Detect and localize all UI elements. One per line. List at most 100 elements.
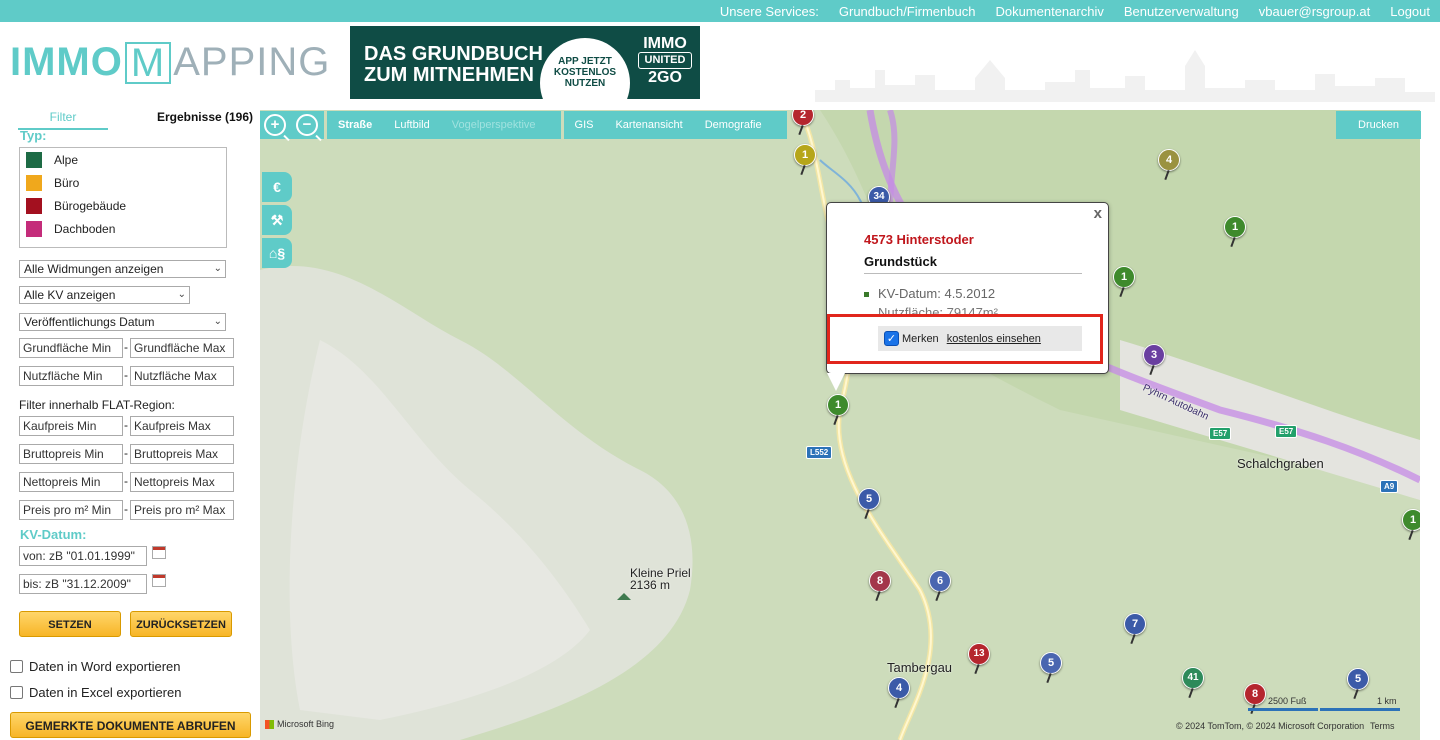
kaufpreis-min-input[interactable]: Kaufpreis Min (19, 416, 123, 436)
map-pin[interactable]: 41 (1182, 667, 1204, 689)
road-badge-e57: E57 (1209, 427, 1232, 440)
zoom-out-icon[interactable]: − (296, 114, 318, 136)
map-pin[interactable]: 8 (869, 570, 891, 592)
grundflaeche-min-input[interactable]: Grundfläche Min (19, 338, 123, 358)
map-pin[interactable]: 4 (888, 677, 910, 699)
banner-circle-3: NUTZEN (564, 78, 606, 89)
calendar-icon[interactable] (152, 574, 166, 587)
tab-gis[interactable]: GIS (564, 119, 605, 131)
export-excel-row[interactable]: Daten in Excel exportieren (10, 685, 181, 700)
price-coins-icon[interactable]: € (262, 172, 292, 202)
map-pin[interactable]: 5 (1040, 652, 1062, 674)
export-excel-checkbox[interactable] (10, 686, 23, 699)
setzen-button[interactable]: SETZEN (19, 611, 121, 637)
range-dash: - (124, 418, 128, 432)
preis-qm-max-input[interactable]: Preis pro m² Max (130, 500, 234, 520)
widmungen-select[interactable]: Alle Widmungen anzeigen ⌄ (19, 260, 226, 278)
type-label: Bürogebäude (54, 198, 127, 213)
map-pin[interactable]: 3 (1143, 344, 1165, 366)
map-terms-link[interactable]: Terms (1370, 721, 1395, 731)
bruttopreis-max-input[interactable]: Bruttopreis Max (130, 444, 234, 464)
label-schalchgraben: Schalchgraben (1237, 456, 1324, 471)
skyline-graphic (815, 50, 1435, 102)
nettopreis-max-input[interactable]: Nettopreis Max (130, 472, 234, 492)
export-word-label: Daten in Word exportieren (29, 659, 181, 674)
nutzflaeche-min-input[interactable]: Nutzfläche Min (19, 366, 123, 386)
map-pin[interactable]: 1 (827, 394, 849, 416)
type-item-buerogebaeude[interactable]: Bürogebäude (20, 194, 226, 217)
gemerkte-dokumente-button[interactable]: GEMERKTE DOKUMENTE ABRUFEN (10, 712, 251, 738)
map-pin[interactable]: 1 (1224, 216, 1246, 238)
range-dash: - (124, 502, 128, 516)
popup-title: 4573 Hinterstoder (864, 232, 974, 247)
map-pin[interactable]: 1 (794, 144, 816, 166)
top-services-bar: Unsere Services: Grundbuch/Firmenbuch Do… (0, 0, 1440, 22)
type-label: Alpe (54, 152, 79, 167)
kv-von-input[interactable]: von: zB "01.01.1999" (19, 546, 147, 566)
calendar-icon[interactable] (152, 546, 166, 559)
logo-part1: IMMO (10, 40, 123, 84)
type-title: Typ: (20, 128, 47, 143)
map-pin[interactable]: 7 (1124, 613, 1146, 635)
bruttopreis-min-input[interactable]: Bruttopreis Min (19, 444, 123, 464)
link-grundbuch[interactable]: Grundbuch/Firmenbuch (839, 4, 976, 19)
map-pin[interactable]: 8 (1244, 683, 1266, 705)
kaufpreis-max-input[interactable]: Kaufpreis Max (130, 416, 234, 436)
kv-bis-input[interactable]: bis: zB "31.12.2009" (19, 574, 147, 594)
type-list[interactable]: Alpe Büro Bürogebäude Dachboden (19, 147, 227, 248)
drucken-button[interactable]: Drucken (1336, 111, 1421, 139)
map-pin[interactable]: 6 (929, 570, 951, 592)
scale-bar-ft (1248, 708, 1318, 711)
close-icon[interactable]: x (1094, 205, 1102, 222)
type-item-buero[interactable]: Büro (20, 171, 226, 194)
link-benutzerverwaltung[interactable]: Benutzerverwaltung (1124, 4, 1239, 19)
ad-banner[interactable]: DAS GRUNDBUCH ZUM MITNEHMEN APP JETZT KO… (350, 26, 700, 99)
road-badge-e57: E57 (1275, 425, 1298, 438)
export-word-row[interactable]: Daten in Word exportieren (10, 659, 181, 674)
map-pin[interactable]: 13 (968, 643, 990, 665)
bing-logo: Microsoft Bing (265, 719, 335, 730)
map-pin[interactable]: 4 (1158, 149, 1180, 171)
zuruecksetzen-button[interactable]: ZURÜCKSETZEN (130, 611, 232, 637)
tab-demografie[interactable]: Demografie (694, 119, 773, 131)
type-item-dachboden[interactable]: Dachboden (20, 217, 226, 240)
tab-vogelperspektive[interactable]: Vogelperspektive (441, 119, 547, 131)
bing-label: Microsoft Bing (277, 719, 335, 729)
tab-results[interactable]: Ergebnisse (196) (150, 110, 260, 124)
label-tambergau: Tambergau (887, 660, 953, 675)
map-pin[interactable]: 1 (1402, 509, 1420, 531)
link-dokumentenarchiv[interactable]: Dokumentenarchiv (995, 4, 1103, 19)
preis-qm-min-input[interactable]: Preis pro m² Min (19, 500, 123, 520)
datum-select[interactable]: Veröffentlichungs Datum ⌄ (19, 313, 226, 331)
kv-datum-title: KV-Datum: (20, 527, 87, 542)
kv-select[interactable]: Alle KV anzeigen ⌄ (19, 286, 190, 304)
tab-filter[interactable]: Filter (18, 110, 108, 130)
tab-kartenansicht[interactable]: Kartenansicht (604, 119, 693, 131)
nutzflaeche-max-input[interactable]: Nutzfläche Max (130, 366, 234, 386)
map-toolbar: + − Straße Luftbild Vogelperspektive GIS… (260, 111, 787, 139)
map-pin[interactable]: 1 (1113, 266, 1135, 288)
logo-part2: APPING (173, 40, 331, 84)
map-pin[interactable]: 5 (858, 488, 880, 510)
nettopreis-min-input[interactable]: Nettopreis Min (19, 472, 123, 492)
immomapping-logo[interactable]: IMMO M APPING (10, 40, 330, 85)
export-word-checkbox[interactable] (10, 660, 23, 673)
banner-brand-3: 2GO (648, 69, 682, 86)
banner-circle-2: KOSTENLOS (553, 67, 617, 78)
link-logout[interactable]: Logout (1390, 4, 1430, 19)
scale-bar-km (1320, 708, 1400, 711)
grundflaeche-max-input[interactable]: Grundfläche Max (130, 338, 234, 358)
house-law-icon[interactable]: ⌂§ (262, 238, 292, 268)
tab-luftbild[interactable]: Luftbild (383, 119, 440, 131)
tab-strasse[interactable]: Straße (327, 119, 383, 131)
type-item-alpe[interactable]: Alpe (20, 148, 226, 171)
auction-hammer-icon[interactable]: ⚒ (262, 205, 292, 235)
range-dash: - (124, 368, 128, 382)
export-excel-label: Daten in Excel exportieren (29, 685, 182, 700)
highlight-box (827, 314, 1103, 364)
map-pin[interactable]: 5 (1347, 668, 1369, 690)
zoom-in-icon[interactable]: + (264, 114, 286, 136)
map-copyright: © 2024 TomTom, © 2024 Microsoft Corporat… (1176, 721, 1365, 731)
link-user-email[interactable]: vbauer@rsgroup.at (1259, 4, 1370, 19)
range-dash: - (124, 474, 128, 488)
